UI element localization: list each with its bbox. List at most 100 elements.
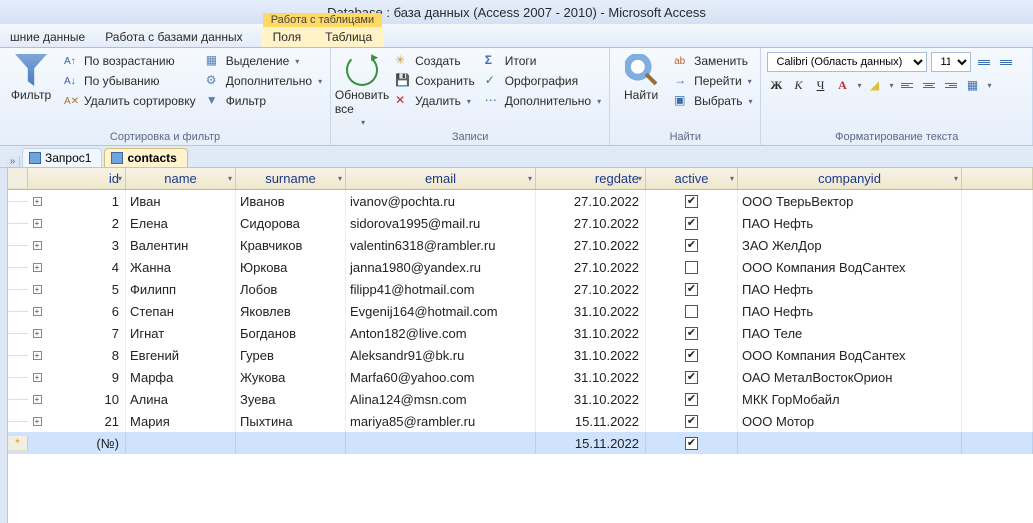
tab-fields[interactable]: Поля: [261, 27, 314, 47]
checkbox[interactable]: ✔: [685, 217, 698, 230]
cell-companyid[interactable]: ПАО Нефть: [738, 300, 962, 322]
cell-regdate[interactable]: 31.10.2022: [536, 322, 646, 344]
cell-id[interactable]: 4: [46, 256, 126, 278]
cell-active[interactable]: ✔: [646, 410, 738, 432]
cell-companyid[interactable]: ЗАО ЖелДор: [738, 234, 962, 256]
tab-database-tools[interactable]: Работа с базами данных: [95, 27, 252, 47]
column-header-regdate[interactable]: regdate▾: [536, 168, 646, 189]
column-header-email[interactable]: email▾: [346, 168, 536, 189]
cell-active[interactable]: ✔: [646, 190, 738, 212]
row-selector[interactable]: [8, 201, 28, 202]
cell-active[interactable]: [646, 300, 738, 322]
expand-cell[interactable]: +: [28, 351, 46, 360]
expand-cell[interactable]: +: [28, 373, 46, 382]
cell-companyid[interactable]: ПАО Нефть: [738, 278, 962, 300]
table-row[interactable]: +21МарияПыхтинаmariya85@rambler.ru15.11.…: [8, 410, 1033, 432]
row-selector[interactable]: [8, 267, 28, 268]
cell-regdate[interactable]: 27.10.2022: [536, 190, 646, 212]
cell-companyid[interactable]: ООО Компания ВодСантех: [738, 344, 962, 366]
expand-cell[interactable]: +: [28, 219, 46, 228]
column-header-name[interactable]: name▾: [126, 168, 236, 189]
delete-button[interactable]: Удалить▾: [393, 92, 477, 110]
sort-ascending-button[interactable]: По возрастанию: [62, 52, 198, 70]
cell-companyid[interactable]: ООО Мотор: [738, 410, 962, 432]
checkbox[interactable]: ✔: [685, 195, 698, 208]
chevron-down-icon[interactable]: ▾: [954, 174, 958, 183]
chevron-down-icon[interactable]: ▾: [528, 174, 532, 183]
tab-contacts[interactable]: contacts: [104, 148, 187, 167]
more-button[interactable]: Дополнительно▾: [483, 92, 603, 110]
cell-email[interactable]: Aleksandr91@bk.ru: [346, 344, 536, 366]
cell-regdate[interactable]: 15.11.2022: [536, 432, 646, 454]
cell-active[interactable]: ✔: [646, 344, 738, 366]
cell-surname[interactable]: Зуева: [236, 388, 346, 410]
cell-regdate[interactable]: 27.10.2022: [536, 256, 646, 278]
new-record-button[interactable]: Создать: [393, 52, 477, 70]
align-left-button[interactable]: [898, 76, 916, 94]
cell-regdate[interactable]: 15.11.2022: [536, 410, 646, 432]
row-selector[interactable]: [8, 421, 28, 422]
expand-cell[interactable]: +: [28, 285, 46, 294]
cell-name[interactable]: [126, 432, 236, 454]
cell-name[interactable]: Филипп: [126, 278, 236, 300]
table-row[interactable]: +3ВалентинКравчиковvalentin6318@rambler.…: [8, 234, 1033, 256]
cell-active[interactable]: ✔: [646, 432, 738, 454]
table-row[interactable]: +4ЖаннаЮрковаjanna1980@yandex.ru27.10.20…: [8, 256, 1033, 278]
tab-table[interactable]: Таблица: [313, 27, 384, 47]
table-row[interactable]: +9МарфаЖуковаMarfa60@yahoo.com31.10.2022…: [8, 366, 1033, 388]
cell-name[interactable]: Иван: [126, 190, 236, 212]
bold-button[interactable]: Ж: [767, 76, 785, 94]
row-selector[interactable]: [8, 333, 28, 334]
list-numbers-button[interactable]: [997, 53, 1015, 71]
cell-active[interactable]: ✔: [646, 234, 738, 256]
cell-companyid[interactable]: ПАО Теле: [738, 322, 962, 344]
cell-name[interactable]: Елена: [126, 212, 236, 234]
spelling-button[interactable]: Орфография: [483, 72, 603, 90]
tab-query1[interactable]: Запрос1: [22, 148, 102, 167]
cell-name[interactable]: Алина: [126, 388, 236, 410]
expand-cell[interactable]: +: [28, 197, 46, 206]
toggle-filter-button[interactable]: Фильтр: [204, 92, 324, 110]
column-header-surname[interactable]: surname▾: [236, 168, 346, 189]
italic-button[interactable]: К: [789, 76, 807, 94]
row-selector[interactable]: [8, 311, 28, 312]
cell-surname[interactable]: Богданов: [236, 322, 346, 344]
cell-regdate[interactable]: 31.10.2022: [536, 366, 646, 388]
cell-name[interactable]: Игнат: [126, 322, 236, 344]
cell-id[interactable]: 7: [46, 322, 126, 344]
checkbox[interactable]: ✔: [685, 415, 698, 428]
row-selector[interactable]: *: [8, 436, 28, 451]
cell-surname[interactable]: Пыхтина: [236, 410, 346, 432]
row-selector[interactable]: [8, 289, 28, 290]
cell-companyid[interactable]: ООО ТверьВектор: [738, 190, 962, 212]
cell-companyid[interactable]: ОАО МеталВостокОрион: [738, 366, 962, 388]
cell-name[interactable]: Жанна: [126, 256, 236, 278]
checkbox[interactable]: ✔: [685, 239, 698, 252]
cell-active[interactable]: ✔: [646, 388, 738, 410]
row-selector[interactable]: [8, 245, 28, 246]
cell-surname[interactable]: Гурев: [236, 344, 346, 366]
cell-id[interactable]: (№): [46, 432, 126, 454]
underline-button[interactable]: Ч: [811, 76, 829, 94]
row-selector[interactable]: [8, 399, 28, 400]
checkbox[interactable]: [685, 261, 698, 274]
cell-regdate[interactable]: 27.10.2022: [536, 212, 646, 234]
expand-cell[interactable]: +: [28, 241, 46, 250]
cell-id[interactable]: 2: [46, 212, 126, 234]
chevron-down-icon[interactable]: ▾: [228, 174, 232, 183]
cell-email[interactable]: filipp41@hotmail.com: [346, 278, 536, 300]
cell-companyid[interactable]: [738, 432, 962, 454]
cell-active[interactable]: ✔: [646, 212, 738, 234]
cell-id[interactable]: 1: [46, 190, 126, 212]
align-center-button[interactable]: [920, 76, 938, 94]
cell-email[interactable]: valentin6318@rambler.ru: [346, 234, 536, 256]
goto-button[interactable]: Перейти▾: [672, 72, 754, 90]
nav-pane-collapsed[interactable]: [0, 168, 8, 523]
row-selector[interactable]: [8, 377, 28, 378]
column-header-active[interactable]: active▾: [646, 168, 738, 189]
table-row[interactable]: +6СтепанЯковлевEvgenij164@hotmail.com31.…: [8, 300, 1033, 322]
refresh-all-button[interactable]: Обновить все▾: [337, 52, 387, 129]
row-selector[interactable]: [8, 223, 28, 224]
sort-descending-button[interactable]: По убыванию: [62, 72, 198, 90]
tab-external-data[interactable]: шние данные: [0, 27, 95, 47]
